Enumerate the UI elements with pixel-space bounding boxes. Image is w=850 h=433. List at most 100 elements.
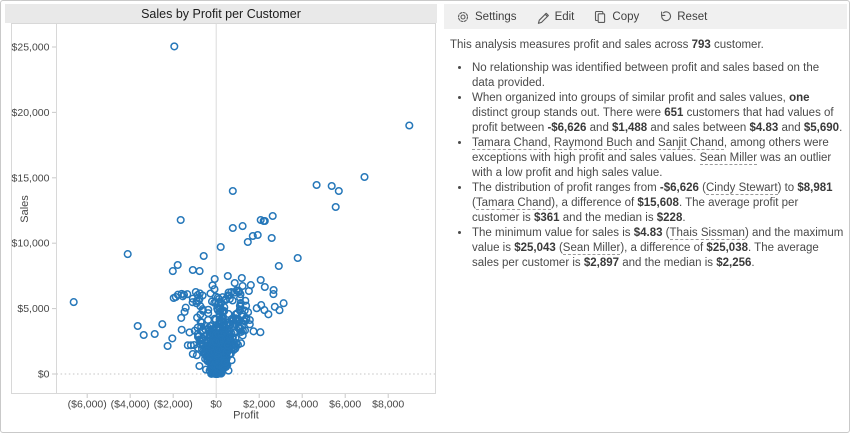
- data-point[interactable]: [124, 251, 131, 258]
- data-point[interactable]: [169, 335, 176, 342]
- data-point[interactable]: [178, 327, 185, 334]
- data-point[interactable]: [257, 329, 264, 336]
- customer-link[interactable]: Raymond Buch: [554, 137, 633, 150]
- data-point[interactable]: [182, 304, 189, 311]
- metric-value: one: [789, 92, 809, 104]
- data-point[interactable]: [313, 182, 320, 189]
- x-tick-label: $6,000: [329, 399, 361, 411]
- analysis-text: and: [586, 122, 612, 134]
- data-point[interactable]: [159, 321, 166, 328]
- data-point[interactable]: [230, 225, 237, 232]
- data-point[interactable]: [134, 323, 141, 330]
- reset-label: Reset: [677, 11, 707, 23]
- customer-link[interactable]: Thais Sissman: [670, 227, 745, 240]
- copy-button[interactable]: Copy: [593, 10, 639, 24]
- data-point[interactable]: [269, 213, 276, 220]
- data-point[interactable]: [194, 352, 201, 359]
- data-point[interactable]: [177, 217, 184, 224]
- data-point[interactable]: [239, 283, 246, 290]
- analysis-text: and sales between: [647, 122, 749, 134]
- reset-icon: [658, 10, 672, 24]
- data-point[interactable]: [336, 188, 343, 195]
- data-point[interactable]: [276, 263, 283, 270]
- data-point[interactable]: [151, 331, 158, 338]
- metric-value: $15,608: [637, 197, 679, 209]
- customer-link[interactable]: Tamara Chand: [472, 137, 547, 150]
- data-point[interactable]: [225, 273, 232, 280]
- settings-button[interactable]: Settings: [456, 10, 517, 24]
- data-point[interactable]: [205, 317, 212, 324]
- analysis-text: (: [556, 242, 563, 254]
- edit-button[interactable]: Edit: [536, 10, 575, 24]
- data-point[interactable]: [171, 43, 178, 50]
- metric-value: $4.83: [750, 122, 779, 134]
- analysis-text: The minimum value for sales is: [472, 227, 634, 239]
- customer-link[interactable]: Cindy Stewart: [706, 182, 778, 195]
- data-point[interactable]: [200, 253, 207, 260]
- data-point[interactable]: [196, 363, 203, 370]
- analysis-text: ) to: [778, 182, 798, 194]
- data-point[interactable]: [248, 282, 255, 289]
- customer-link[interactable]: Sean Miller: [563, 242, 621, 255]
- data-point[interactable]: [174, 262, 181, 269]
- analysis-bullet: The minimum value for sales is $4.83 (Th…: [471, 226, 844, 271]
- analysis-text: The distribution of profit ranges from: [472, 182, 660, 194]
- data-point[interactable]: [280, 300, 287, 307]
- data-point[interactable]: [217, 244, 224, 251]
- data-point[interactable]: [406, 122, 413, 129]
- data-point[interactable]: [239, 223, 246, 230]
- analysis-text: and the median is: [619, 257, 716, 269]
- data-point[interactable]: [270, 287, 277, 294]
- data-point[interactable]: [361, 174, 368, 181]
- data-point[interactable]: [230, 188, 237, 195]
- copy-label: Copy: [612, 11, 639, 23]
- data-point[interactable]: [262, 284, 269, 291]
- edit-label: Edit: [555, 11, 575, 23]
- settings-label: Settings: [475, 11, 517, 23]
- data-point[interactable]: [250, 328, 257, 335]
- data-point[interactable]: [140, 332, 147, 339]
- data-point[interactable]: [164, 343, 171, 350]
- data-point[interactable]: [328, 183, 335, 190]
- x-tick-label: $4,000: [286, 399, 318, 411]
- data-point[interactable]: [272, 304, 279, 311]
- metric-value: 793: [692, 39, 711, 51]
- metric-value: -$6,626: [547, 122, 586, 134]
- data-point[interactable]: [70, 299, 77, 306]
- x-axis-title: Profit: [233, 410, 259, 422]
- customer-link[interactable]: Sean Miller: [700, 152, 758, 165]
- data-point[interactable]: [196, 268, 203, 275]
- analysis-text: and: [778, 122, 804, 134]
- analysis-text: (: [662, 227, 669, 239]
- analysis-list: No relationship was identified between p…: [450, 61, 844, 271]
- data-point[interactable]: [268, 235, 275, 242]
- analysis-bullet: When organized into groups of similar pr…: [471, 91, 844, 136]
- data-point[interactable]: [257, 277, 264, 284]
- customer-link[interactable]: Tamara Chand: [476, 197, 551, 210]
- customer-link[interactable]: Sanjit Chand: [658, 137, 724, 150]
- analysis-text: .: [839, 122, 842, 134]
- analysis-bullet: Tamara Chand, Raymond Buch and Sanjit Ch…: [471, 136, 844, 181]
- data-point[interactable]: [170, 268, 177, 275]
- x-tick-label: ($6,000): [68, 399, 107, 411]
- x-tick-label: ($4,000): [111, 399, 150, 411]
- analysis-text: ,: [547, 137, 553, 149]
- data-point[interactable]: [294, 255, 301, 262]
- analysis-text: and the median is: [560, 212, 657, 224]
- data-point[interactable]: [245, 239, 252, 246]
- toolbar: Settings Edit Copy Reset: [444, 4, 847, 29]
- reset-button[interactable]: Reset: [658, 10, 707, 24]
- data-point[interactable]: [239, 275, 246, 282]
- analysis-text: ), a difference of: [551, 197, 637, 209]
- pencil-icon: [536, 10, 550, 24]
- data-point[interactable]: [211, 276, 218, 283]
- data-point[interactable]: [231, 280, 238, 287]
- metric-value: $25,043: [514, 242, 556, 254]
- analysis-text: .: [751, 257, 754, 269]
- analysis-text: This analysis measures profit and sales …: [450, 39, 692, 51]
- data-point[interactable]: [265, 311, 272, 318]
- data-point[interactable]: [190, 267, 197, 274]
- analysis-panel: This analysis measures profit and sales …: [450, 38, 844, 271]
- data-point[interactable]: [332, 204, 339, 211]
- metric-value: $361: [534, 212, 560, 224]
